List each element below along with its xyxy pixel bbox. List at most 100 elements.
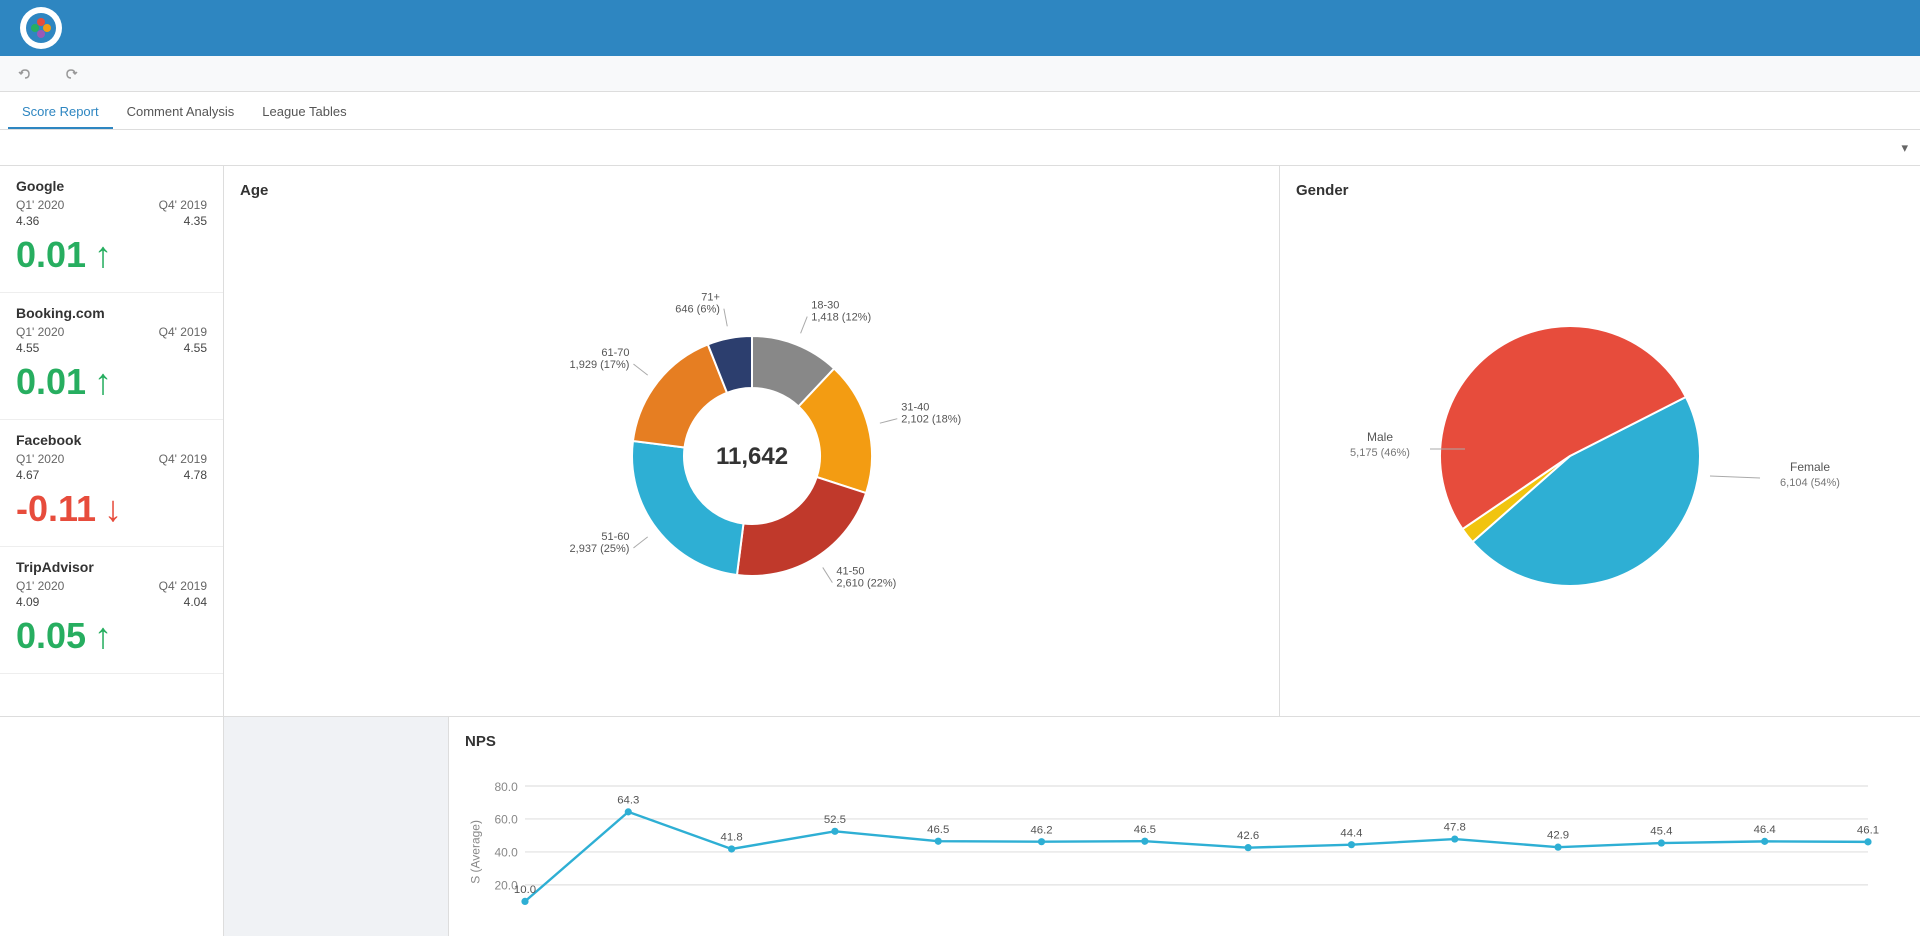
score-card-values: 4.36 4.35 [16,214,207,228]
age-panel: Age 18-301,418 (12%)31-402,102 (18%)41-5… [224,166,1280,716]
nps-panel: NPS 80.060.040.020.0S (Average)10.064.34… [448,717,1920,936]
donut-label-line [800,316,807,333]
gender-title: Gender [1296,182,1904,199]
score-card-booking-com: Booking.com Q1' 2020 Q4' 2019 4.55 4.55 … [0,293,223,420]
score-card-tripadvisor: TripAdvisor Q1' 2020 Q4' 2019 4.09 4.04 … [0,547,223,674]
gender-pie-chart: Male5,175 (46%)Female6,104 (54%) [1350,306,1850,606]
age-title: Age [240,182,1263,199]
q4-label: Q4' 2019 [159,198,207,212]
score-diff: 0.05 ↑ [16,615,207,657]
score-card-google: Google Q1' 2020 Q4' 2019 4.36 4.35 0.01 … [0,166,223,293]
undo-button[interactable] [12,65,42,83]
nps-y-tick: 60.0 [494,813,518,827]
donut-segment-41-50 [736,477,865,576]
nps-point [1761,838,1768,845]
q1-value: 4.36 [16,214,39,228]
q4-label: Q4' 2019 [159,452,207,466]
bottom-left-spacer [0,717,224,936]
nps-point-label: 64.3 [617,794,639,806]
q1-label: Q1' 2020 [16,579,64,593]
diff-arrow: ↑ [94,234,112,276]
q1-label: Q1' 2020 [16,325,64,339]
score-card-row: Q1' 2020 Q4' 2019 [16,198,207,212]
score-card-values: 4.09 4.04 [16,595,207,609]
diff-value: 0.05 [16,615,86,657]
controls-bar: ▾ [0,130,1920,166]
nps-point [935,838,942,845]
nps-point-label: 44.4 [1340,827,1362,839]
score-card-row: Q1' 2020 Q4' 2019 [16,579,207,593]
donut-label-bottom: 1,929 (17%) [569,359,629,371]
q1-value: 4.67 [16,468,39,482]
app-logo [20,7,62,49]
q4-label: Q4' 2019 [159,579,207,593]
nps-point-label: 45.4 [1650,826,1672,838]
age-donut-chart: 18-301,418 (12%)31-402,102 (18%)41-502,6… [552,286,952,626]
diff-arrow: ↑ [94,615,112,657]
score-diff: -0.11 ↓ [16,488,207,530]
nps-point-label: 52.5 [824,814,846,826]
nps-point-label: 42.9 [1547,830,1569,842]
nps-point [1554,844,1561,851]
q1-label: Q1' 2020 [16,452,64,466]
nps-point-label: 46.4 [1754,824,1776,836]
score-card-values: 4.67 4.78 [16,468,207,482]
score-card-title: TripAdvisor [16,559,207,575]
donut-label-bottom: 2,937 (25%) [569,542,629,554]
q1-value: 4.09 [16,595,39,609]
q1-value: 4.55 [16,341,39,355]
nps-point [1451,835,1458,842]
score-card-row: Q1' 2020 Q4' 2019 [16,452,207,466]
tab-score-report[interactable]: Score Report [8,96,113,129]
nps-chart-group: 80.060.040.020.0S (Average)10.064.341.85… [468,780,1879,905]
q4-value: 4.35 [184,214,207,228]
nps-y-tick: 80.0 [494,780,518,794]
donut-label-line [633,536,647,547]
nps-point [1658,839,1665,846]
donut-segment-61-70 [632,344,726,447]
nps-point-label: 47.8 [1444,822,1466,834]
nps-point-label: 41.8 [721,832,743,844]
app-header [0,0,1920,56]
nps-line-chart: 80.060.040.020.0S (Average)10.064.341.85… [465,762,1904,936]
tab-league-tables[interactable]: League Tables [248,96,360,129]
score-card-row: Q1' 2020 Q4' 2019 [16,325,207,339]
nps-point [521,898,528,905]
donut-label-bottom: 2,102 (18%) [901,413,961,425]
score-card-title: Google [16,178,207,194]
score-card-title: Booking.com [16,305,207,321]
nps-point [831,828,838,835]
gender-label-female-value: 6,104 (54%) [1780,477,1840,489]
donut-label-top: 71+ [701,291,720,303]
gender-panel: Gender Male5,175 (46%)Female6,104 (54%) [1280,166,1920,716]
nps-y-tick: 40.0 [494,846,518,860]
nps-point [1038,838,1045,845]
donut-label-top: 18-30 [811,299,839,311]
expand-icon[interactable]: ▾ [1901,140,1908,156]
tab-bar: Score Report Comment Analysis League Tab… [0,92,1920,130]
diff-arrow: ↑ [94,361,112,403]
age-donut-container: 18-301,418 (12%)31-402,102 (18%)41-502,6… [240,211,1263,700]
nps-title: NPS [465,733,1904,750]
q4-value: 4.55 [184,341,207,355]
bottom-row: NPS 80.060.040.020.0S (Average)10.064.34… [0,716,1920,936]
nps-point [1141,838,1148,845]
nps-point-label: 46.2 [1030,824,1052,836]
donut-label-bottom: 2,610 (22%) [836,577,896,589]
gender-label-male-value: 5,175 (46%) [1350,447,1410,459]
nps-y-label: S (Average) [468,820,482,884]
redo-button[interactable] [58,65,88,83]
nps-point [728,845,735,852]
diff-value: 0.01 [16,361,86,403]
header-left [20,7,74,49]
q4-value: 4.04 [184,595,207,609]
score-sidebar: Google Q1' 2020 Q4' 2019 4.36 4.35 0.01 … [0,166,224,716]
q1-label: Q1' 2020 [16,198,64,212]
score-diff: 0.01 ↑ [16,361,207,403]
nps-point [625,808,632,815]
nps-point-label: 10.0 [514,884,536,896]
reset-button[interactable] [1896,72,1908,76]
tab-comment-analysis[interactable]: Comment Analysis [113,96,249,129]
top-row: Google Q1' 2020 Q4' 2019 4.36 4.35 0.01 … [0,166,1920,716]
donut-label-top: 51-60 [601,530,629,542]
